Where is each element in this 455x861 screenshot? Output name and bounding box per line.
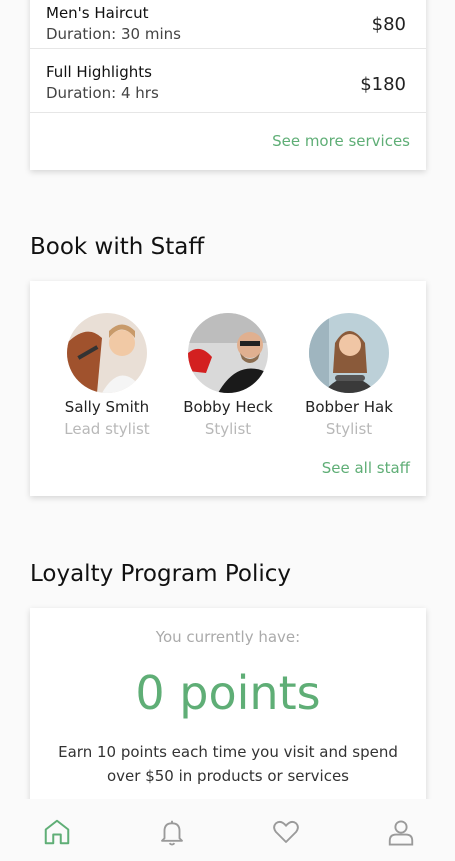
home-icon[interactable] [42,817,72,847]
staff-avatar [309,313,389,393]
service-row[interactable]: Full Highlights Duration: 4 hrs $180 [30,54,426,113]
service-duration: Duration: 4 hrs [46,84,159,102]
loyalty-section-title: Loyalty Program Policy [30,561,292,587]
staff-avatar [67,313,147,393]
service-duration: Duration: 30 mins [46,25,181,43]
staff-role: Lead stylist [64,420,150,438]
service-price: $180 [360,74,406,95]
loyalty-points: 0 points [135,666,321,720]
service-name: Men's Haircut [46,4,149,22]
loyalty-card: You currently have: 0 points Earn 10 poi… [30,608,426,808]
bell-icon[interactable] [157,817,187,847]
staff-section-title: Book with Staff [30,234,205,260]
service-row[interactable]: Men's Haircut Duration: 30 mins $80 [30,0,426,49]
service-price: $80 [371,14,406,35]
staff-card: Sally Smith Lead stylist Bobby Heck Styl… [30,281,426,496]
see-more-services-link[interactable]: See more services [272,132,410,150]
bottom-nav [0,799,455,861]
staff-name: Sally Smith [64,398,150,416]
staff-name: Bobby Heck [183,398,273,416]
services-card: Men's Haircut Duration: 30 mins $80 Full… [30,0,426,170]
staff-role: Stylist [325,420,373,438]
staff-role: Stylist [204,420,252,438]
staff-member[interactable]: Bobby Heck Stylist [173,313,283,438]
staff-member[interactable]: Sally Smith Lead stylist [52,313,162,438]
loyalty-description: Earn 10 points each time you visit and s… [58,743,398,785]
staff-avatar [188,313,268,393]
heart-icon[interactable] [271,817,301,847]
staff-name: Bobber Hak [305,398,393,416]
service-name: Full Highlights [46,63,152,81]
user-icon[interactable] [386,817,416,847]
staff-member[interactable]: Bobber Hak Stylist [294,313,404,438]
loyalty-label: You currently have: [155,628,301,646]
see-all-staff-link[interactable]: See all staff [322,459,410,477]
